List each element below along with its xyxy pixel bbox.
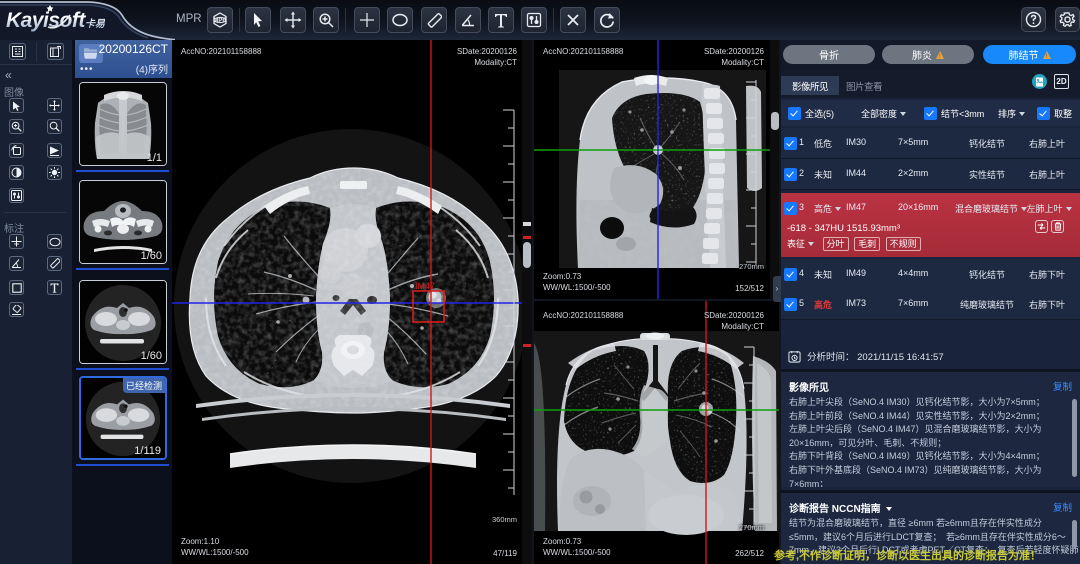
svg-text:MPR: MPR	[213, 18, 227, 24]
svg-text:IM47: IM47	[415, 281, 435, 291]
